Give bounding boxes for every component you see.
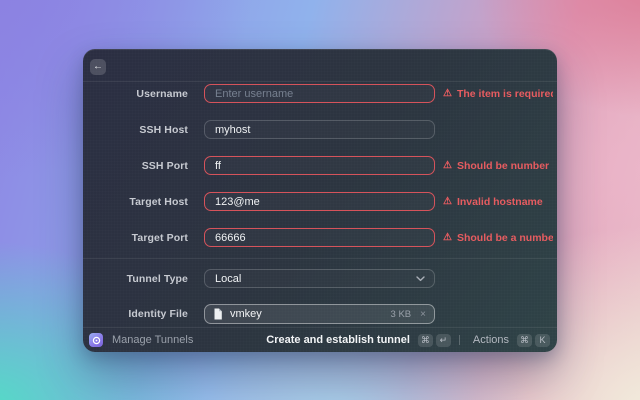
target-port-input[interactable]: [204, 228, 435, 247]
actions-button[interactable]: Actions: [473, 334, 509, 346]
tunnel-form-window: ← Username ⚠ The item is required SSH Ho…: [83, 49, 557, 352]
action-bar-left: Manage Tunnels: [89, 333, 266, 347]
back-button[interactable]: ←: [90, 59, 106, 75]
form-row-tunnel-type: Tunnel Type Local: [83, 269, 557, 288]
file-name: vmkey: [230, 308, 262, 320]
desktop-background: ← Username ⚠ The item is required SSH Ho…: [0, 0, 640, 400]
warning-icon: ⚠: [443, 159, 452, 171]
action-bar: Manage Tunnels Create and establish tunn…: [83, 328, 557, 352]
error-text: Should be a number betw…: [456, 231, 553, 244]
target-host-input[interactable]: [204, 192, 435, 211]
error-text: Should be number: [456, 159, 550, 172]
error-text: Invalid hostname: [456, 195, 543, 208]
ssh-port-input[interactable]: [204, 156, 435, 175]
command-key-icon: ⌘: [517, 333, 532, 347]
form-row-ssh-port: SSH Port ⚠ Should be number: [83, 156, 557, 175]
tunnel-form: Username ⚠ The item is required SSH Host…: [83, 82, 557, 352]
target-host-label: Target Host: [129, 195, 188, 208]
username-label: Username: [136, 87, 188, 100]
warning-icon: ⚠: [443, 87, 452, 99]
warning-icon: ⚠: [443, 195, 452, 207]
primary-action-button[interactable]: Create and establish tunnel: [266, 334, 410, 346]
document-icon: [213, 308, 223, 320]
form-row-target-port: Target Port ⚠ Should be a number betw…: [83, 228, 557, 247]
section-divider: [83, 258, 557, 259]
form-row-identity-file: Identity File vmkey 3 KB ×: [83, 304, 557, 324]
action-bar-right: Create and establish tunnel ⌘ ↵ Actions …: [266, 333, 550, 347]
k-key-icon: K: [535, 333, 550, 347]
ssh-port-error: ⚠ Should be number: [443, 160, 549, 172]
chevron-down-icon: [416, 275, 425, 282]
tunnel-type-label: Tunnel Type: [126, 272, 188, 285]
footer-separator: [458, 335, 460, 345]
error-text: The item is required: [456, 87, 553, 100]
extension-name: Manage Tunnels: [112, 334, 194, 346]
tunnel-type-value: Local: [215, 272, 242, 285]
remove-file-icon[interactable]: ×: [420, 309, 426, 320]
ssh-host-label: SSH Host: [139, 123, 188, 136]
form-row-target-host: Target Host ⚠ Invalid hostname: [83, 192, 557, 211]
username-input[interactable]: [204, 84, 435, 103]
ssh-host-input[interactable]: [204, 120, 435, 139]
identity-file-picker[interactable]: vmkey 3 KB ×: [204, 304, 435, 324]
window-header: ←: [83, 49, 557, 81]
return-key-icon: ↵: [435, 333, 451, 347]
ssh-port-label: SSH Port: [141, 159, 188, 172]
file-size: 3 KB: [390, 308, 412, 320]
tunnel-type-select[interactable]: Local: [204, 269, 435, 288]
identity-file-label: Identity File: [128, 308, 188, 320]
username-error: ⚠ The item is required: [443, 88, 553, 100]
target-host-error: ⚠ Invalid hostname: [443, 196, 543, 208]
target-port-label: Target Port: [131, 231, 188, 244]
form-row-ssh-host: SSH Host: [83, 120, 557, 139]
warning-icon: ⚠: [443, 231, 452, 243]
form-row-username: Username ⚠ The item is required: [83, 84, 557, 103]
extension-icon: [89, 333, 103, 347]
target-port-error: ⚠ Should be a number betw…: [443, 232, 553, 244]
command-key-icon: ⌘: [417, 333, 433, 347]
